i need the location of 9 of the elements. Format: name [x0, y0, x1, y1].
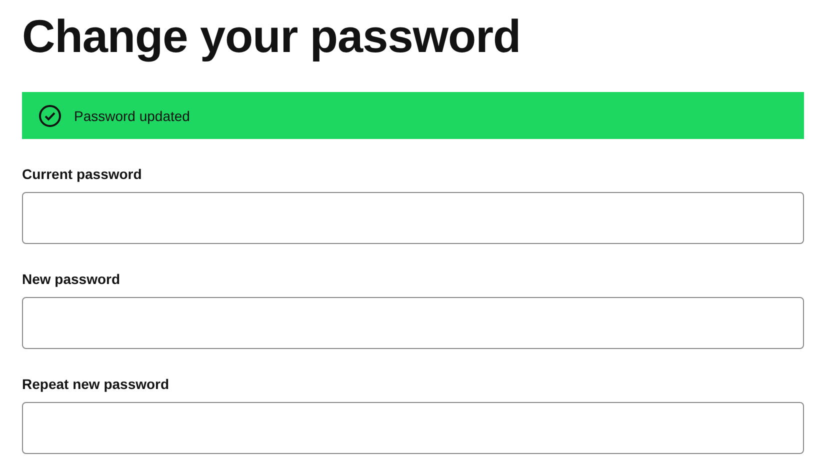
field-label: Current password [22, 166, 142, 182]
field-label: Repeat new password [22, 376, 170, 392]
password-field[interactable] [22, 402, 804, 454]
check-circle-icon [38, 104, 62, 128]
password-field[interactable] [22, 297, 804, 349]
field-label: New password [22, 271, 120, 287]
alert-message: Password updated [74, 108, 190, 124]
page-title: Change your password [22, 10, 521, 62]
password-field[interactable] [22, 192, 804, 244]
